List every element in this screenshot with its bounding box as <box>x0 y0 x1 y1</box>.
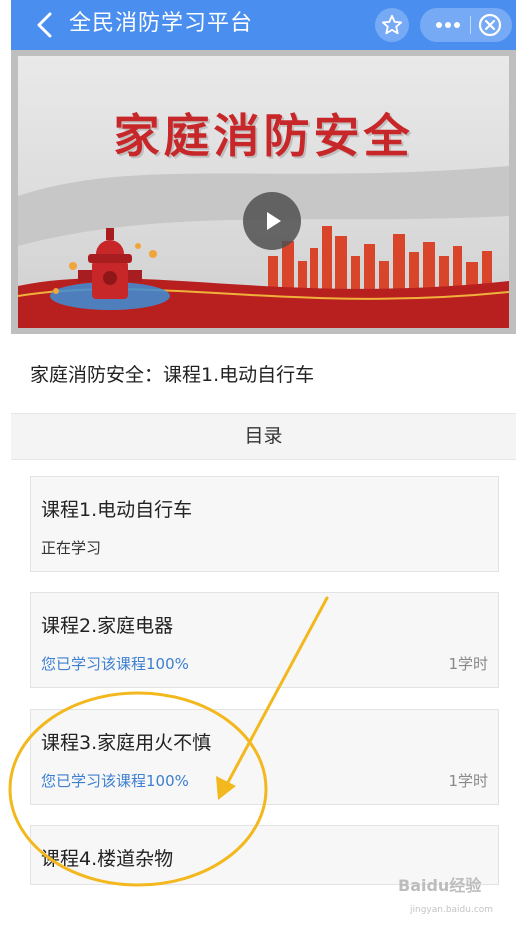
course-heading: 家庭消防安全：课程1.电动自行车 <box>30 364 315 386</box>
lesson-card[interactable]: 课程1.电动自行车 正在学习 <box>30 476 499 572</box>
menu-capsule <box>420 8 512 42</box>
catalog-header: 目录 <box>11 413 516 460</box>
lesson-hours: 1学时 <box>448 772 488 790</box>
banner-title: 家庭消防安全 <box>113 109 414 163</box>
capsule-divider <box>470 16 471 34</box>
play-icon <box>267 212 281 230</box>
close-circle-icon[interactable] <box>478 13 502 37</box>
lesson-hours: 1学时 <box>448 655 488 673</box>
lesson-card[interactable]: 课程2.家庭电器 您已学习该课程100% 1学时 <box>30 592 499 688</box>
lesson-title: 课程4.楼道杂物 <box>41 848 174 870</box>
lesson-title: 课程1.电动自行车 <box>41 499 193 521</box>
lesson-progress: 您已学习该课程100% <box>41 772 189 790</box>
star-icon <box>381 14 403 35</box>
favorite-button[interactable] <box>375 8 409 42</box>
page-title: 全民消防学习平台 <box>69 11 254 36</box>
play-button[interactable] <box>243 192 301 250</box>
chevron-left-icon[interactable] <box>35 12 55 38</box>
lesson-title: 课程2.家庭电器 <box>41 615 174 637</box>
more-dots-icon[interactable] <box>430 8 466 42</box>
watermark-brand: Baidu经验 <box>398 876 482 895</box>
video-thumbnail: 家庭消防安全 <box>18 56 509 328</box>
lesson-status: 正在学习 <box>41 539 102 557</box>
lesson-title: 课程3.家庭用火不慎 <box>41 732 212 754</box>
lesson-progress: 您已学习该课程100% <box>41 655 189 673</box>
lesson-card[interactable]: 课程3.家庭用火不慎 您已学习该课程100% 1学时 <box>30 709 499 805</box>
watermark-url: jingyan.baidu.com <box>410 905 494 915</box>
video-banner[interactable]: 家庭消防安全 <box>11 50 516 334</box>
top-nav-bar: 全民消防学习平台 <box>11 0 516 50</box>
